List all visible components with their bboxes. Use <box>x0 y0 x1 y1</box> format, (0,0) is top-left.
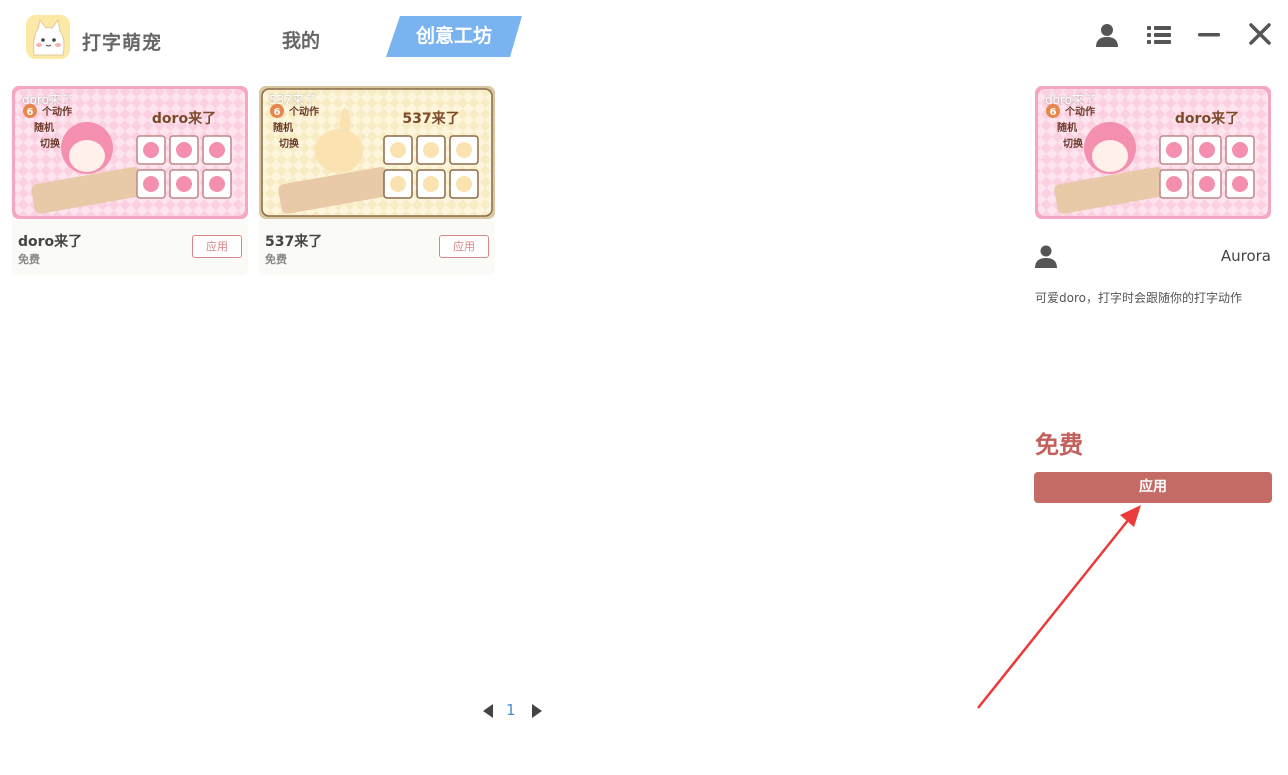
thumbnail-label: doro来了 <box>22 93 73 107</box>
banner-switch: 切换 <box>1063 137 1084 150</box>
banner-switch: 切换 <box>279 137 300 150</box>
user-icon[interactable] <box>1094 22 1120 48</box>
banner-title: 537来了 <box>402 111 459 127</box>
tab-workshop[interactable]: 创意工坊 <box>386 16 522 57</box>
close-icon[interactable] <box>1248 22 1274 48</box>
banner-title: doro来了 <box>152 111 216 127</box>
page-number[interactable]: 1 <box>506 701 516 719</box>
card-title: 537来了 <box>265 234 323 250</box>
banner-count: 6 <box>27 107 34 118</box>
author-name: Aurora <box>1220 247 1271 265</box>
thumbnail-label: 537来了 <box>269 93 316 107</box>
banner-random: 随机 <box>34 121 54 134</box>
author-avatar-icon <box>1034 244 1058 268</box>
theme-card[interactable]: 6 个动作 随机 切换 537来了 537来了 537来了 免费 应用 <box>259 86 495 275</box>
detail-preview-image: 6 个动作 随机 切换 doro来了 doro来了 <box>1035 86 1271 219</box>
card-thumbnail[interactable]: 6 个动作 随机 切换 537来了 537来了 <box>259 86 495 219</box>
pagination: 1 <box>478 700 548 722</box>
banner-random: 随机 <box>1057 121 1077 134</box>
card-price: 免费 <box>18 253 40 266</box>
tab-workshop-label: 创意工坊 <box>415 25 492 47</box>
app-logo <box>26 15 70 59</box>
banner-count: 6 <box>274 107 281 118</box>
card-title: doro来了 <box>18 234 83 250</box>
card-apply-button[interactable]: 应用 <box>439 235 489 258</box>
theme-card[interactable]: 6 个动作 随机 切换 doro来了 doro来了 doro来了 免费 应用 <box>12 86 248 275</box>
title-bar: 打字萌宠 我的 创意工坊 <box>0 0 1288 76</box>
card-thumbnail[interactable]: 6 个动作 随机 切换 doro来了 doro来了 <box>12 86 248 219</box>
tab-mine[interactable]: 我的 <box>282 26 320 53</box>
cat-logo-icon <box>26 15 70 59</box>
app-name: 打字萌宠 <box>82 32 163 54</box>
card-apply-button[interactable]: 应用 <box>192 235 242 258</box>
apply-button[interactable]: 应用 <box>1034 472 1272 503</box>
banner-count: 6 <box>1050 107 1057 118</box>
next-page-icon[interactable] <box>530 703 544 719</box>
banner-random: 随机 <box>273 121 293 134</box>
banner-title: doro来了 <box>1175 111 1239 127</box>
thumbnail-label: doro来了 <box>1045 93 1096 107</box>
banner-switch: 切换 <box>40 137 61 150</box>
list-icon[interactable] <box>1146 22 1172 48</box>
card-price: 免费 <box>265 253 287 266</box>
detail-price: 免费 <box>1035 431 1083 459</box>
theme-description: 可爱doro，打字时会跟随你的打字动作 <box>1035 291 1242 305</box>
prev-page-icon[interactable] <box>481 703 495 719</box>
minimize-icon[interactable] <box>1197 22 1223 48</box>
